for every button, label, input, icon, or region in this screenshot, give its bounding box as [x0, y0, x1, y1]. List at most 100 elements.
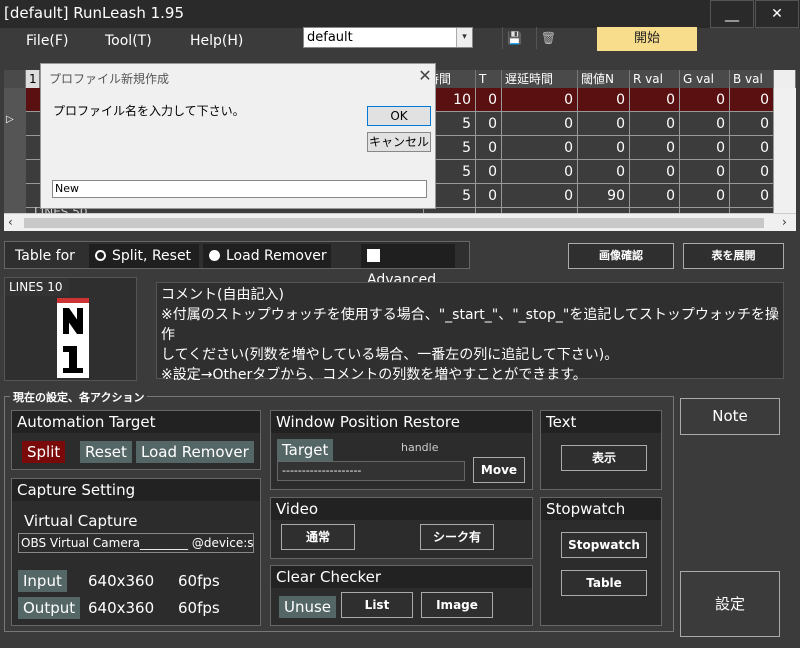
output-fps: 60fps [178, 599, 220, 617]
table-cell[interactable]: 0 [578, 136, 630, 160]
settings-legend: 現在の設定、各アクション [10, 389, 148, 405]
horizontal-scrollbar[interactable]: ‹ › [4, 213, 796, 231]
table-cell[interactable]: 0 [476, 184, 502, 208]
table-cell[interactable]: 0 [680, 88, 730, 112]
vertical-scrollbar[interactable] [774, 112, 796, 136]
checkbox-icon [367, 249, 380, 262]
ok-button[interactable]: OK [367, 106, 431, 126]
table-cell[interactable]: 0 [502, 88, 578, 112]
menu-help[interactable]: Help(H) [190, 33, 243, 49]
vertical-scrollbar[interactable] [774, 136, 796, 160]
start-button[interactable]: 開始 [597, 27, 697, 51]
table-cell[interactable]: 0 [630, 112, 680, 136]
table-cell[interactable]: 0 [680, 160, 730, 184]
video-group: Video 通常 シーク有 [270, 497, 533, 559]
table-cell[interactable]: 0 [730, 160, 774, 184]
comment-line-3: してください(列数を増やしている場合、一番左の列に追記して下さい)。 [161, 347, 619, 363]
table-cell[interactable]: 90 [578, 184, 630, 208]
table-cell[interactable]: 0 [578, 88, 630, 112]
table-cell[interactable]: 0 [476, 136, 502, 160]
close-icon[interactable]: ✕ [415, 66, 435, 86]
profile-select-value: default [307, 30, 353, 45]
table-cell[interactable]: 0 [476, 112, 502, 136]
comment-line-2: ※付属のストップウォッチを使用する場合、"_start_"、"_stop_"を追… [161, 307, 779, 343]
minimize-button[interactable]: __ [710, 0, 754, 28]
note-button[interactable]: Note [680, 398, 780, 435]
reset-target[interactable]: Reset [80, 441, 132, 463]
table-cell[interactable]: 0 [730, 112, 774, 136]
grid-header-threshold: 閾値N [578, 70, 630, 88]
radio-load-remover[interactable]: Load Remover [203, 244, 331, 268]
grid-header-delay: 遅延時間 [502, 70, 578, 88]
list-button[interactable]: List [341, 592, 413, 618]
output-label: Output [18, 597, 81, 619]
show-button[interactable]: 表示 [561, 445, 647, 471]
table-button[interactable]: Table [561, 570, 647, 596]
table-cell[interactable]: 0 [578, 160, 630, 184]
scroll-thumb[interactable] [24, 218, 764, 228]
scroll-left-icon[interactable]: ‹ [8, 215, 13, 229]
radio-selected-icon [209, 250, 220, 261]
table-cell[interactable]: 0 [680, 184, 730, 208]
save-icon[interactable]: 💾 [502, 27, 526, 49]
vertical-scrollbar[interactable] [774, 88, 796, 112]
close-button[interactable]: ✕ [755, 0, 799, 28]
unuse-label[interactable]: Unuse [279, 596, 337, 618]
table-cell[interactable]: 0 [502, 112, 578, 136]
table-cell[interactable]: 0 [630, 184, 680, 208]
image-check-button[interactable]: 画像確認 [568, 243, 674, 269]
text-title: Text [541, 411, 661, 433]
table-for-bar: Table for Split, Reset Load Remover Adva… [4, 241, 470, 288]
vertical-scrollbar[interactable] [774, 160, 796, 184]
vertical-scrollbar[interactable] [774, 184, 796, 208]
row-pointer-icon: ▷ [6, 114, 14, 125]
table-cell[interactable]: 0 [630, 136, 680, 160]
seek-button[interactable]: シーク有 [420, 524, 494, 550]
radio-split-reset[interactable]: Split, Reset [89, 244, 199, 268]
table-cell[interactable]: 0 [680, 112, 730, 136]
table-cell[interactable]: 0 [476, 160, 502, 184]
scroll-right-icon[interactable]: › [782, 215, 787, 229]
profile-name-input[interactable]: New [52, 180, 427, 198]
handle-field[interactable]: -------------------- [277, 461, 465, 481]
radio-label: Split, Reset [112, 248, 192, 264]
table-cell[interactable]: 0 [502, 160, 578, 184]
target-label: Target [277, 439, 334, 461]
trash-icon[interactable]: 🗑 [536, 27, 560, 49]
input-label: Input [18, 570, 67, 592]
load-remover-target[interactable]: Load Remover [136, 441, 254, 463]
capture-device-field[interactable]: OBS Virtual Camera________ @device:s [18, 533, 254, 553]
checkbox-advanced[interactable]: Advanced [361, 244, 455, 288]
menu-tool[interactable]: Tool(T) [105, 33, 152, 49]
table-cell[interactable]: 0 [502, 136, 578, 160]
radio-label: Load Remover [226, 248, 327, 264]
capture-group: Capture Setting Virtual Capture OBS Virt… [11, 478, 261, 626]
capture-device-label: Virtual Capture [24, 512, 138, 530]
table-cell[interactable]: 0 [680, 136, 730, 160]
normal-button[interactable]: 通常 [281, 524, 355, 550]
table-cell[interactable]: 0 [502, 184, 578, 208]
table-cell[interactable]: 0 [730, 136, 774, 160]
cancel-button[interactable]: キャンセル [367, 132, 431, 152]
table-cell[interactable]: 0 [730, 88, 774, 112]
table-cell[interactable]: 0 [630, 160, 680, 184]
table-for-label: Table for [15, 248, 75, 264]
table-cell[interactable]: 0 [730, 184, 774, 208]
table-cell[interactable]: 0 [578, 112, 630, 136]
comment-box[interactable]: コメント(自由記入) ※付属のストップウォッチを使用する場合、"_start_"… [156, 282, 784, 383]
menu-file[interactable]: File(F) [26, 33, 68, 49]
table-cell[interactable]: 0 [476, 88, 502, 112]
image-button[interactable]: Image [421, 592, 493, 618]
expand-table-button[interactable]: 表を展開 [683, 243, 784, 269]
radio-icon [95, 250, 106, 261]
grid-scroll-up[interactable] [774, 70, 796, 88]
settings-button[interactable]: 設定 [680, 571, 780, 637]
profile-select[interactable]: default ▾ [303, 27, 473, 48]
stopwatch-button[interactable]: Stopwatch [561, 532, 647, 558]
table-cell[interactable]: 0 [630, 88, 680, 112]
move-button[interactable]: Move [473, 457, 525, 483]
chevron-down-icon: ▾ [456, 28, 472, 47]
window-restore-title: Window Position Restore [271, 411, 532, 433]
split-target[interactable]: Split [22, 441, 66, 463]
text-group: Text 表示 [540, 410, 662, 490]
